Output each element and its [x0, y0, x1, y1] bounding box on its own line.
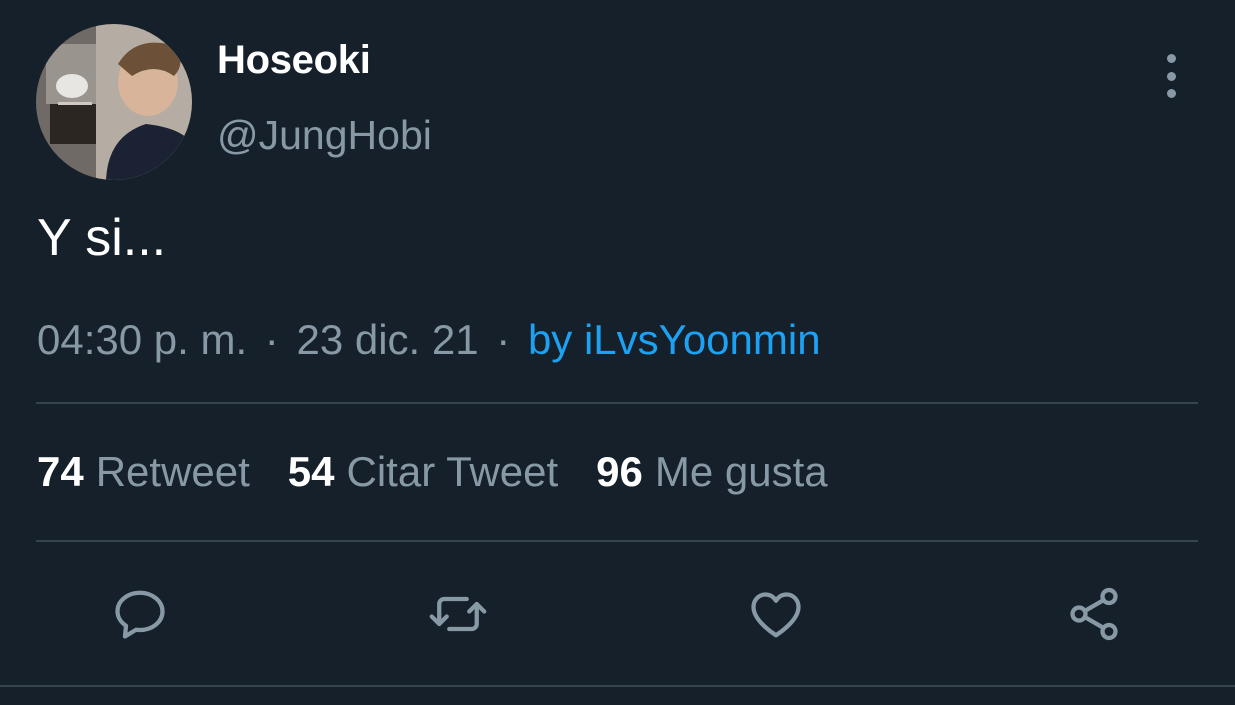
stat-number: 74 [37, 448, 84, 495]
tweet-meta: 04:30 p. m. · 23 dic. 21 · by iLvsYoonmi… [37, 316, 821, 364]
author-handle[interactable]: @JungHobi [217, 112, 432, 159]
stat-number: 96 [596, 448, 643, 495]
share-icon [1070, 587, 1118, 641]
tweet-source-link[interactable]: by iLvsYoonmin [528, 316, 821, 363]
divider [36, 402, 1198, 404]
dot [1166, 54, 1176, 63]
quote-tweet-count[interactable]: 54 Citar Tweet [288, 448, 558, 496]
retweet-icon [429, 596, 487, 632]
stat-label: Citar Tweet [346, 448, 559, 495]
tweet-stats: 74 Retweet 54 Citar Tweet 96 Me gusta [37, 448, 828, 496]
meta-separator: · [496, 316, 511, 363]
dot [1166, 71, 1176, 81]
like-button[interactable] [744, 582, 808, 646]
like-icon [751, 592, 801, 638]
tweet-text: Y si... [37, 209, 167, 267]
tweet-date[interactable]: 23 dic. 21 [296, 316, 478, 363]
retweet-count[interactable]: 74 Retweet [37, 448, 250, 496]
meta-separator: · [264, 316, 279, 363]
more-vertical-icon[interactable] [1156, 54, 1186, 98]
stat-number: 54 [287, 448, 335, 495]
author-display-name[interactable]: Hoseoki [217, 38, 371, 83]
divider [36, 540, 1198, 542]
divider [0, 685, 1235, 687]
reply-button[interactable] [108, 582, 172, 646]
stat-label: Me gusta [654, 448, 828, 495]
reply-icon [115, 590, 165, 639]
avatar[interactable] [36, 24, 192, 180]
tweet-detail: Hoseoki @JungHobi Y si... 04:30 p. m. · … [0, 0, 1235, 705]
retweet-button[interactable] [426, 582, 490, 646]
share-button[interactable] [1062, 582, 1126, 646]
stat-label: Retweet [95, 448, 250, 495]
like-count[interactable]: 96 Me gusta [596, 448, 827, 496]
dot [1166, 89, 1176, 98]
tweet-time[interactable]: 04:30 p. m. [37, 316, 247, 363]
avatar-photo [36, 24, 192, 180]
